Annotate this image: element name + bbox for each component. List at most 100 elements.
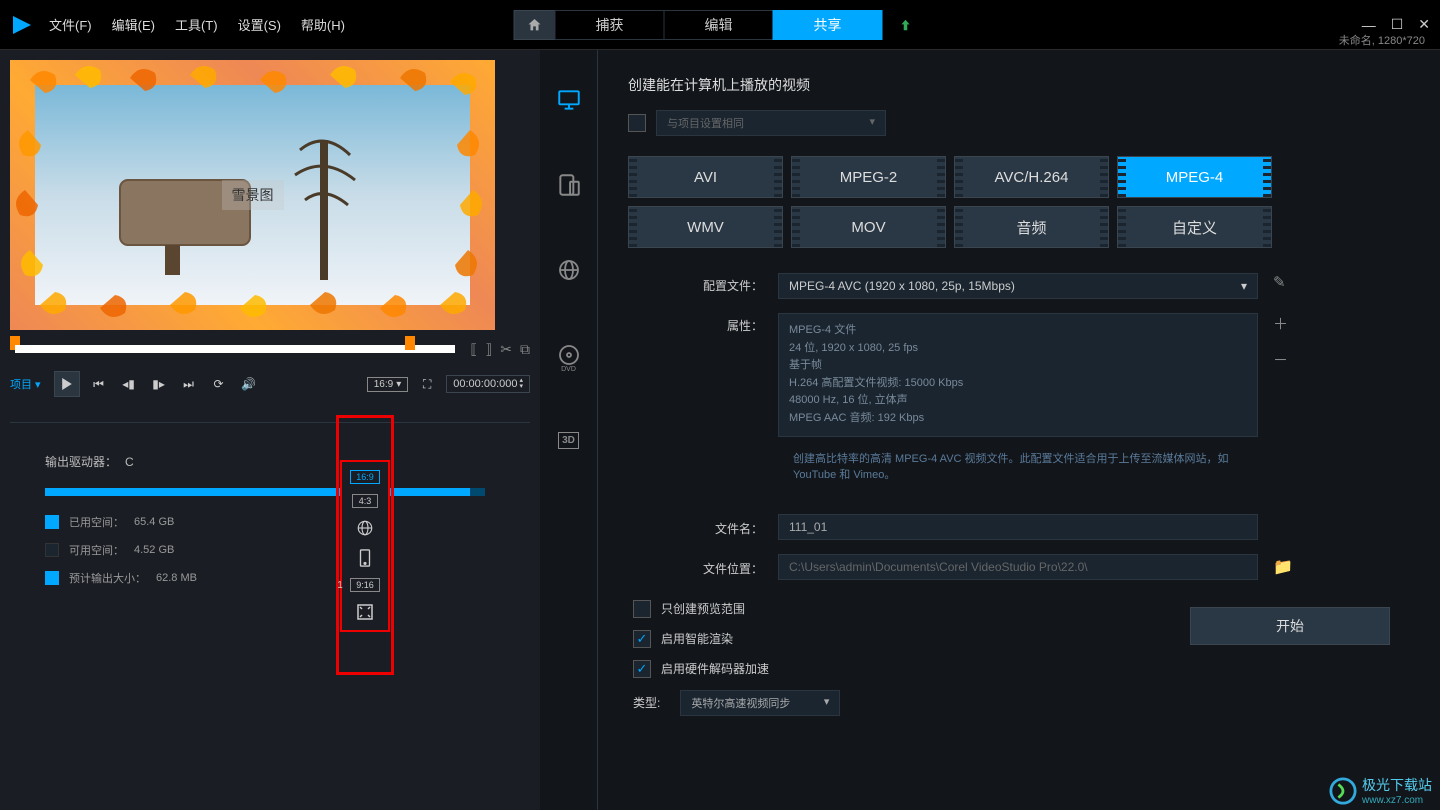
loop-button[interactable]: ⟳ bbox=[208, 373, 230, 395]
target-3d[interactable]: 3D bbox=[549, 420, 589, 460]
used-label: 已用空间： bbox=[69, 514, 124, 530]
timeline-end-marker[interactable] bbox=[405, 336, 415, 350]
go-start-button[interactable]: ⏮ bbox=[88, 373, 110, 395]
go-end-button[interactable]: ⏭ bbox=[178, 373, 200, 395]
disk-usage-bar bbox=[45, 488, 485, 496]
menu-settings[interactable]: 设置(S) bbox=[238, 15, 281, 34]
next-frame-button[interactable]: ▮▸ bbox=[148, 373, 170, 395]
est-swatch bbox=[45, 571, 59, 585]
format-grid: AVI MPEG-2 AVC/H.264 MPEG-4 WMV MOV 音频 自… bbox=[628, 156, 1410, 248]
add-profile-icon[interactable]: ＋ bbox=[1273, 313, 1288, 334]
close-button[interactable]: ✕ bbox=[1418, 16, 1430, 33]
ratio-custom-icon[interactable] bbox=[355, 602, 375, 622]
drive-label: 输出驱动器： bbox=[45, 453, 125, 470]
menu-tools[interactable]: 工具(T) bbox=[175, 15, 218, 34]
share-target-tabs: DVD 3D bbox=[540, 50, 598, 810]
preview-only-checkbox[interactable] bbox=[633, 600, 651, 618]
format-custom[interactable]: 自定义 bbox=[1117, 206, 1272, 248]
type-dropdown[interactable]: 英特尔高速视频同步▾ bbox=[680, 690, 840, 716]
target-web[interactable] bbox=[549, 250, 589, 290]
share-settings: 创建能在计算机上播放的视频 与项目设置相同▾ AVI MPEG-2 AVC/H.… bbox=[598, 50, 1440, 810]
target-disc[interactable]: DVD bbox=[549, 335, 589, 375]
preview-panel: 雪景图 ⟦ ⟧ ✂ ⧉ 项目 ▾ ⏮ ◂▮ ▮▸ ⏭ ⟳ 🔊 16:9 ▾ ⛶ bbox=[0, 50, 540, 810]
ratio-9-16[interactable]: 19:16 bbox=[350, 578, 380, 592]
filename-label: 文件名： bbox=[628, 516, 778, 537]
minimize-button[interactable]: — bbox=[1362, 17, 1376, 33]
ratio-globe-icon[interactable] bbox=[355, 518, 375, 538]
profile-dropdown[interactable]: MPEG-4 AVC (1920 x 1080, 25p, 15Mbps)▾ bbox=[778, 273, 1258, 299]
tab-capture[interactable]: 捕获 bbox=[555, 10, 665, 40]
mark-in-icon[interactable]: ⟦ bbox=[470, 341, 477, 358]
main-menu: 文件(F) 编辑(E) 工具(T) 设置(S) 帮助(H) bbox=[49, 15, 345, 34]
maximize-button[interactable]: ☐ bbox=[1391, 16, 1404, 33]
remove-profile-icon[interactable]: － bbox=[1273, 349, 1288, 370]
avail-value: 4.52 GB bbox=[134, 544, 174, 556]
drive-value: C bbox=[125, 455, 134, 469]
output-info: 输出驱动器： C 已用空间： 65.4 GB 可用空间： 4.52 GB 预计输出大… bbox=[10, 422, 530, 598]
aspect-ratio-button[interactable]: 16:9 ▾ bbox=[367, 377, 409, 392]
aspect-ratio-menu: 16:9 4:3 19:16 bbox=[340, 460, 390, 632]
format-mpeg4[interactable]: MPEG-4 bbox=[1117, 156, 1272, 198]
tab-edit[interactable]: 编辑 bbox=[664, 10, 774, 40]
est-label: 预计输出大小： bbox=[69, 570, 146, 586]
share-title: 创建能在计算机上播放的视频 bbox=[628, 75, 1410, 95]
menu-file[interactable]: 文件(F) bbox=[49, 15, 92, 34]
edit-profile-icon[interactable]: ✎ bbox=[1273, 273, 1286, 291]
props-label: 属性： bbox=[628, 313, 778, 334]
playback-controls: 项目 ▾ ⏮ ◂▮ ▮▸ ⏭ ⟳ 🔊 16:9 ▾ ⛶ 00:00:00:000… bbox=[10, 366, 530, 402]
format-avi[interactable]: AVI bbox=[628, 156, 783, 198]
watermark: 极光下载站 www.xz7.com bbox=[1329, 775, 1432, 806]
mode-tabs: 捕获 编辑 共享 bbox=[514, 10, 927, 40]
props-box: MPEG-4 文件 24 位, 1920 x 1080, 25 fps 基于帧 … bbox=[778, 313, 1258, 437]
type-label: 类型: bbox=[633, 694, 660, 711]
titlebar: 文件(F) 编辑(E) 工具(T) 设置(S) 帮助(H) 捕获 编辑 共享 —… bbox=[0, 0, 1440, 50]
est-value: 62.8 MB bbox=[156, 572, 197, 584]
play-button[interactable] bbox=[54, 371, 80, 397]
filename-input[interactable] bbox=[778, 514, 1258, 540]
ratio-16-9[interactable]: 16:9 bbox=[350, 470, 380, 484]
profile-desc: 创建高比特率的高清 MPEG-4 AVC 视频文件。此配置文件适合用于上传至流媒… bbox=[793, 451, 1273, 484]
hw-accel-label: 启用硬件解码器加速 bbox=[661, 660, 769, 677]
menu-help[interactable]: 帮助(H) bbox=[301, 15, 345, 34]
avail-swatch bbox=[45, 543, 59, 557]
profile-label: 配置文件： bbox=[628, 273, 778, 294]
app-logo bbox=[10, 13, 34, 37]
start-button[interactable]: 开始 bbox=[1190, 607, 1390, 645]
project-dropdown[interactable]: 项目 ▾ bbox=[10, 376, 41, 392]
hw-accel-checkbox[interactable] bbox=[633, 660, 651, 678]
filepath-label: 文件位置： bbox=[628, 556, 778, 577]
format-mpeg2[interactable]: MPEG-2 bbox=[791, 156, 946, 198]
filepath-input[interactable] bbox=[778, 554, 1258, 580]
target-device[interactable] bbox=[549, 165, 589, 205]
same-as-project-dropdown[interactable]: 与项目设置相同▾ bbox=[656, 110, 886, 136]
format-wmv[interactable]: WMV bbox=[628, 206, 783, 248]
timecode-display[interactable]: 00:00:00:000 ▴▾ bbox=[446, 375, 530, 393]
volume-button[interactable]: 🔊 bbox=[238, 373, 260, 395]
used-swatch bbox=[45, 515, 59, 529]
preview-only-label: 只创建预览范围 bbox=[661, 600, 745, 617]
ratio-4-3[interactable]: 4:3 bbox=[352, 494, 378, 508]
upload-icon[interactable] bbox=[885, 10, 927, 40]
avail-label: 可用空间： bbox=[69, 542, 124, 558]
format-audio[interactable]: 音频 bbox=[954, 206, 1109, 248]
home-button[interactable] bbox=[514, 10, 556, 40]
target-computer[interactable] bbox=[549, 80, 589, 120]
timeline-track[interactable] bbox=[15, 345, 455, 353]
mark-out-icon[interactable]: ⟧ bbox=[485, 341, 492, 358]
same-as-project-checkbox[interactable] bbox=[628, 114, 646, 132]
cut-icon[interactable]: ✂ bbox=[500, 341, 512, 358]
prev-frame-button[interactable]: ◂▮ bbox=[118, 373, 140, 395]
format-avc[interactable]: AVC/H.264 bbox=[954, 156, 1109, 198]
browse-folder-icon[interactable]: 📁 bbox=[1273, 557, 1293, 577]
format-mov[interactable]: MOV bbox=[791, 206, 946, 248]
window-status: 未命名, 1280*720 bbox=[1339, 32, 1425, 48]
fullscreen-button[interactable]: ⛶ bbox=[416, 373, 438, 395]
ratio-mobile-icon[interactable] bbox=[355, 548, 375, 568]
smart-render-checkbox[interactable] bbox=[633, 630, 651, 648]
used-value: 65.4 GB bbox=[134, 516, 174, 528]
timeline[interactable]: ⟦ ⟧ ✂ ⧉ bbox=[10, 340, 530, 358]
tab-share[interactable]: 共享 bbox=[773, 10, 883, 40]
preview-viewport: 雪景图 bbox=[10, 60, 495, 330]
menu-edit[interactable]: 编辑(E) bbox=[112, 15, 155, 34]
copy-icon[interactable]: ⧉ bbox=[520, 341, 530, 358]
